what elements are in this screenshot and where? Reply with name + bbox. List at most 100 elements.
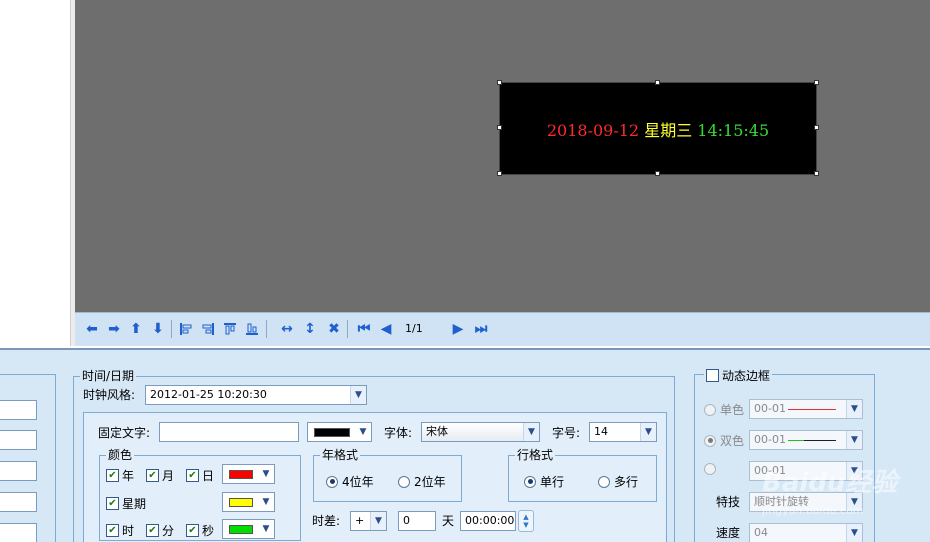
dual-color-select[interactable]: 00-01 ▼: [749, 430, 863, 450]
led-clock-window[interactable]: 2018-09-12 星期三 14:15:45: [499, 82, 817, 175]
resize-handle-s[interactable]: [655, 171, 660, 176]
time-diff-sign-select[interactable]: + ▼: [350, 511, 387, 531]
time-diff-spinner[interactable]: ▲ ▼: [518, 510, 534, 532]
led-time: 14:15:45: [697, 121, 770, 140]
stretch-horizontal-icon[interactable]: ↔: [278, 320, 296, 338]
speed-select[interactable]: 04 ▼: [749, 523, 863, 542]
weekday-color-picker[interactable]: ▼: [222, 492, 275, 512]
time-color-picker[interactable]: ▼: [222, 519, 275, 539]
single-line-radio[interactable]: 单行: [524, 473, 564, 490]
color-fill: [229, 498, 253, 507]
font-value: 宋体: [426, 425, 448, 438]
left-input-3[interactable]: [0, 461, 37, 481]
chevron-down-icon: ▼: [846, 431, 862, 449]
last-page-icon[interactable]: ⏭: [472, 320, 490, 338]
fixed-text-input[interactable]: [159, 422, 299, 442]
single-color-radio[interactable]: 单色: [704, 401, 744, 418]
arrow-down-icon[interactable]: ⬇: [149, 320, 167, 338]
date-color-picker[interactable]: ▼: [222, 464, 275, 484]
hour-label: 时: [122, 524, 135, 538]
radio-dot-icon: [326, 475, 338, 488]
two-digit-year-radio[interactable]: 2位年: [398, 473, 446, 490]
clock-style-value: 2012-01-25 10:20:30: [150, 388, 267, 401]
dynamic-border-checkbox[interactable]: 动态边框: [704, 367, 773, 384]
year-checkbox[interactable]: ✔ 年: [106, 467, 134, 484]
time-diff-time-input[interactable]: 00:00:00: [460, 511, 516, 531]
left-side-panel: [0, 0, 70, 346]
month-checkbox[interactable]: ✔ 月: [146, 467, 174, 484]
single-color-label: 单色: [720, 403, 745, 417]
size-select[interactable]: 14 ▼: [589, 422, 657, 442]
first-page-icon[interactable]: ⏮: [355, 320, 373, 338]
multi-color-radio[interactable]: [704, 463, 716, 475]
arrow-up-icon[interactable]: ⬆: [127, 320, 145, 338]
next-page-icon[interactable]: ▶: [449, 320, 467, 338]
previous-page-icon[interactable]: ◀: [377, 320, 395, 338]
second-checkbox[interactable]: ✔ 秒: [186, 522, 214, 539]
time-diff-days-input[interactable]: 0: [398, 511, 436, 531]
day-checkbox[interactable]: ✔ 日: [186, 467, 214, 484]
hour-checkbox[interactable]: ✔ 时: [106, 522, 134, 539]
chevron-down-icon: ▼: [846, 400, 862, 418]
align-left-icon[interactable]: [177, 320, 195, 338]
arrow-left-icon[interactable]: ⬅: [83, 320, 101, 338]
led-weekday: 星期三: [644, 121, 693, 140]
resize-handle-se[interactable]: [814, 171, 819, 176]
datetime-group: 时间/日期 时钟风格: 2012-01-25 10:20:30 ▼ 固定文字: …: [73, 369, 675, 542]
effect-label: 特技: [716, 495, 741, 509]
single-color-select[interactable]: 00-01 ▼: [749, 399, 863, 419]
minute-checkbox[interactable]: ✔ 分: [146, 522, 174, 539]
speed-value: 04: [754, 526, 768, 539]
resize-handle-e[interactable]: [814, 125, 819, 130]
radio-dot-icon: [704, 463, 716, 475]
align-right-icon[interactable]: [199, 320, 217, 338]
check-icon: ✔: [146, 469, 159, 482]
size-value: 14: [594, 425, 608, 438]
multi-line-label: 多行: [614, 475, 639, 489]
dynamic-border-group: 动态边框 单色 00-01 ▼ 双色 00-01 ▼ 00-01 ▼ 特技 顺时…: [694, 367, 875, 542]
multi-line-radio[interactable]: 多行: [598, 473, 638, 490]
month-label: 月: [162, 469, 175, 483]
left-input-4[interactable]: [0, 492, 37, 512]
clock-style-label: 时钟风格:: [83, 388, 136, 402]
resize-handle-ne[interactable]: [814, 80, 819, 85]
align-bottom-icon[interactable]: [243, 320, 261, 338]
check-icon: ✔: [106, 524, 119, 537]
effect-select[interactable]: 顺时针旋转 ▼: [749, 492, 863, 512]
resize-handle-w[interactable]: [497, 125, 502, 130]
resize-handle-sw[interactable]: [497, 171, 502, 176]
weekday-checkbox[interactable]: ✔ 星期: [106, 495, 146, 512]
resize-handle-nw[interactable]: [497, 80, 502, 85]
spin-down-icon[interactable]: ▼: [523, 521, 528, 529]
resize-handle-n[interactable]: [655, 80, 660, 85]
spin-up-icon[interactable]: ▲: [523, 513, 528, 521]
line-format-title: 行格式: [515, 448, 556, 462]
datetime-settings-panel: 固定文字: ▼ 字体: 宋体 ▼ 字号: 14 ▼ 颜色 ✔年 ✔月 ✔日: [83, 412, 667, 542]
black-line-sample: [804, 440, 836, 441]
clock-style-select[interactable]: 2012-01-25 10:20:30 ▼: [145, 385, 367, 405]
year-format-group: 年格式 4位年 2位年: [313, 448, 462, 502]
left-input-1[interactable]: [0, 400, 37, 420]
four-digit-year-radio[interactable]: 4位年: [326, 473, 374, 490]
fit-screen-icon[interactable]: ✖: [325, 320, 343, 338]
align-top-icon[interactable]: [221, 320, 239, 338]
speed-label: 速度: [716, 526, 741, 540]
check-icon: ✔: [186, 469, 199, 482]
dual-color-radio[interactable]: 双色: [704, 432, 744, 449]
led-clock-text: 2018-09-12 星期三 14:15:45: [500, 117, 816, 141]
multi-color-select[interactable]: 00-01 ▼: [749, 461, 863, 481]
left-input-2[interactable]: [0, 430, 37, 450]
toolbar-separator: [347, 320, 348, 338]
second-label: 秒: [202, 524, 215, 538]
left-input-5[interactable]: [0, 523, 37, 542]
left-properties-group: [0, 374, 56, 542]
fixed-text-color-picker[interactable]: ▼: [307, 422, 372, 442]
led-date: 2018-09-12: [546, 121, 640, 140]
color-fill: [229, 525, 253, 534]
font-select[interactable]: 宋体 ▼: [421, 422, 540, 442]
four-digit-year-label: 4位年: [342, 475, 374, 489]
stretch-vertical-icon[interactable]: ↕: [301, 320, 319, 338]
arrow-right-icon[interactable]: ➡: [105, 320, 123, 338]
dual-color-label: 双色: [720, 434, 745, 448]
chevron-down-icon: ▼: [370, 512, 386, 530]
